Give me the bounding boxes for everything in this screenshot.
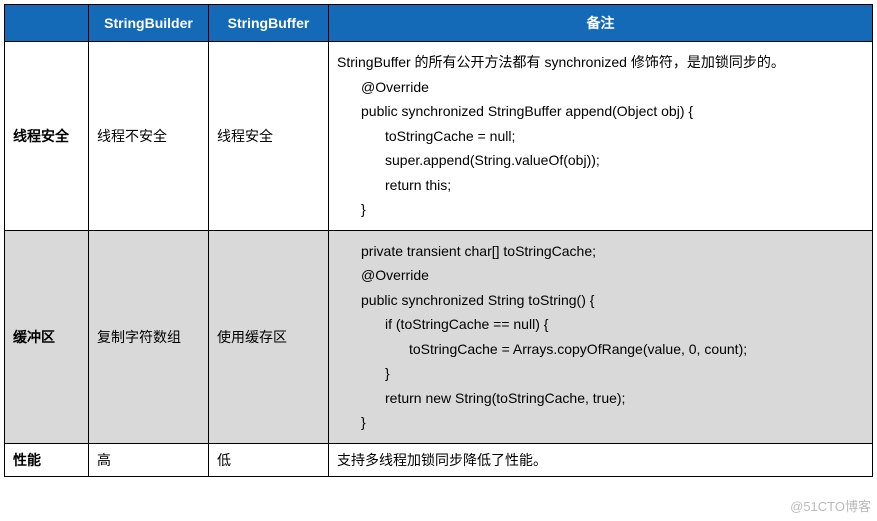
- cell-buffer: 低: [209, 443, 329, 476]
- row-label: 性能: [5, 443, 89, 476]
- code-line: return this;: [337, 173, 864, 198]
- code-line: }: [337, 410, 864, 435]
- table-row: 线程安全 线程不安全 线程安全 StringBuffer 的所有公开方法都有 s…: [5, 42, 873, 231]
- header-notes: 备注: [329, 5, 873, 42]
- code-line: @Override: [337, 263, 864, 288]
- code-line: public synchronized StringBuffer append(…: [337, 99, 864, 124]
- cell-buffer: 线程安全: [209, 42, 329, 231]
- header-row: StringBuilder StringBuffer 备注: [5, 5, 873, 42]
- code-line: toStringCache = Arrays.copyOfRange(value…: [337, 337, 864, 362]
- table-row: 性能 高 低 支持多线程加锁同步降低了性能。: [5, 443, 873, 476]
- code-line: toStringCache = null;: [337, 124, 864, 149]
- cell-note: private transient char[] toStringCache; …: [329, 230, 873, 443]
- cell-buffer: 使用缓存区: [209, 230, 329, 443]
- header-blank: [5, 5, 89, 42]
- watermark: @51CTO博客: [790, 496, 871, 515]
- cell-note: 支持多线程加锁同步降低了性能。: [329, 443, 873, 476]
- row-label: 线程安全: [5, 42, 89, 231]
- code-line: }: [337, 361, 864, 386]
- code-line: super.append(String.valueOf(obj));: [337, 148, 864, 173]
- code-line: @Override: [337, 75, 864, 100]
- header-stringbuilder: StringBuilder: [89, 5, 209, 42]
- cell-note: StringBuffer 的所有公开方法都有 synchronized 修饰符，…: [329, 42, 873, 231]
- cell-builder: 线程不安全: [89, 42, 209, 231]
- code-line: public synchronized String toString() {: [337, 288, 864, 313]
- comparison-table: StringBuilder StringBuffer 备注 线程安全 线程不安全…: [4, 4, 873, 477]
- note-intro: StringBuffer 的所有公开方法都有 synchronized 修饰符，…: [337, 50, 864, 75]
- code-line: if (toStringCache == null) {: [337, 312, 864, 337]
- code-line: private transient char[] toStringCache;: [337, 239, 864, 264]
- code-line: }: [337, 197, 864, 222]
- cell-builder: 复制字符数组: [89, 230, 209, 443]
- header-stringbuffer: StringBuffer: [209, 5, 329, 42]
- cell-builder: 高: [89, 443, 209, 476]
- code-line: return new String(toStringCache, true);: [337, 386, 864, 411]
- row-label: 缓冲区: [5, 230, 89, 443]
- table-row: 缓冲区 复制字符数组 使用缓存区 private transient char[…: [5, 230, 873, 443]
